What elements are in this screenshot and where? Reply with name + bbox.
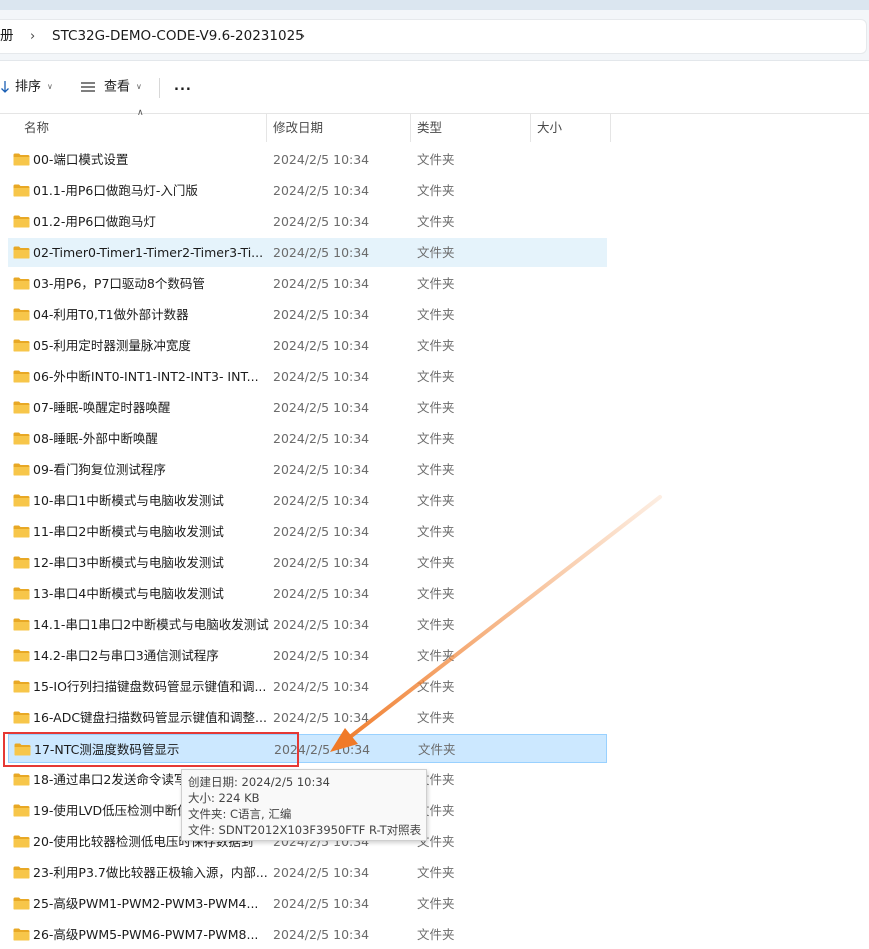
tooltip-folders: 文件夹: C语言, 汇编 (188, 807, 292, 821)
annotation-arrow (330, 495, 662, 752)
tooltip-files: 文件: SDNT2012X103F3950FTF R-T对照表 (188, 823, 422, 837)
tooltip-created: 创建日期: 2024/2/5 10:34 (188, 775, 330, 789)
folder-info-tooltip: 创建日期: 2024/2/5 10:34 大小: 224 KB 文件夹: C语言… (181, 769, 427, 841)
tooltip-size: 大小: 224 KB (188, 791, 260, 805)
